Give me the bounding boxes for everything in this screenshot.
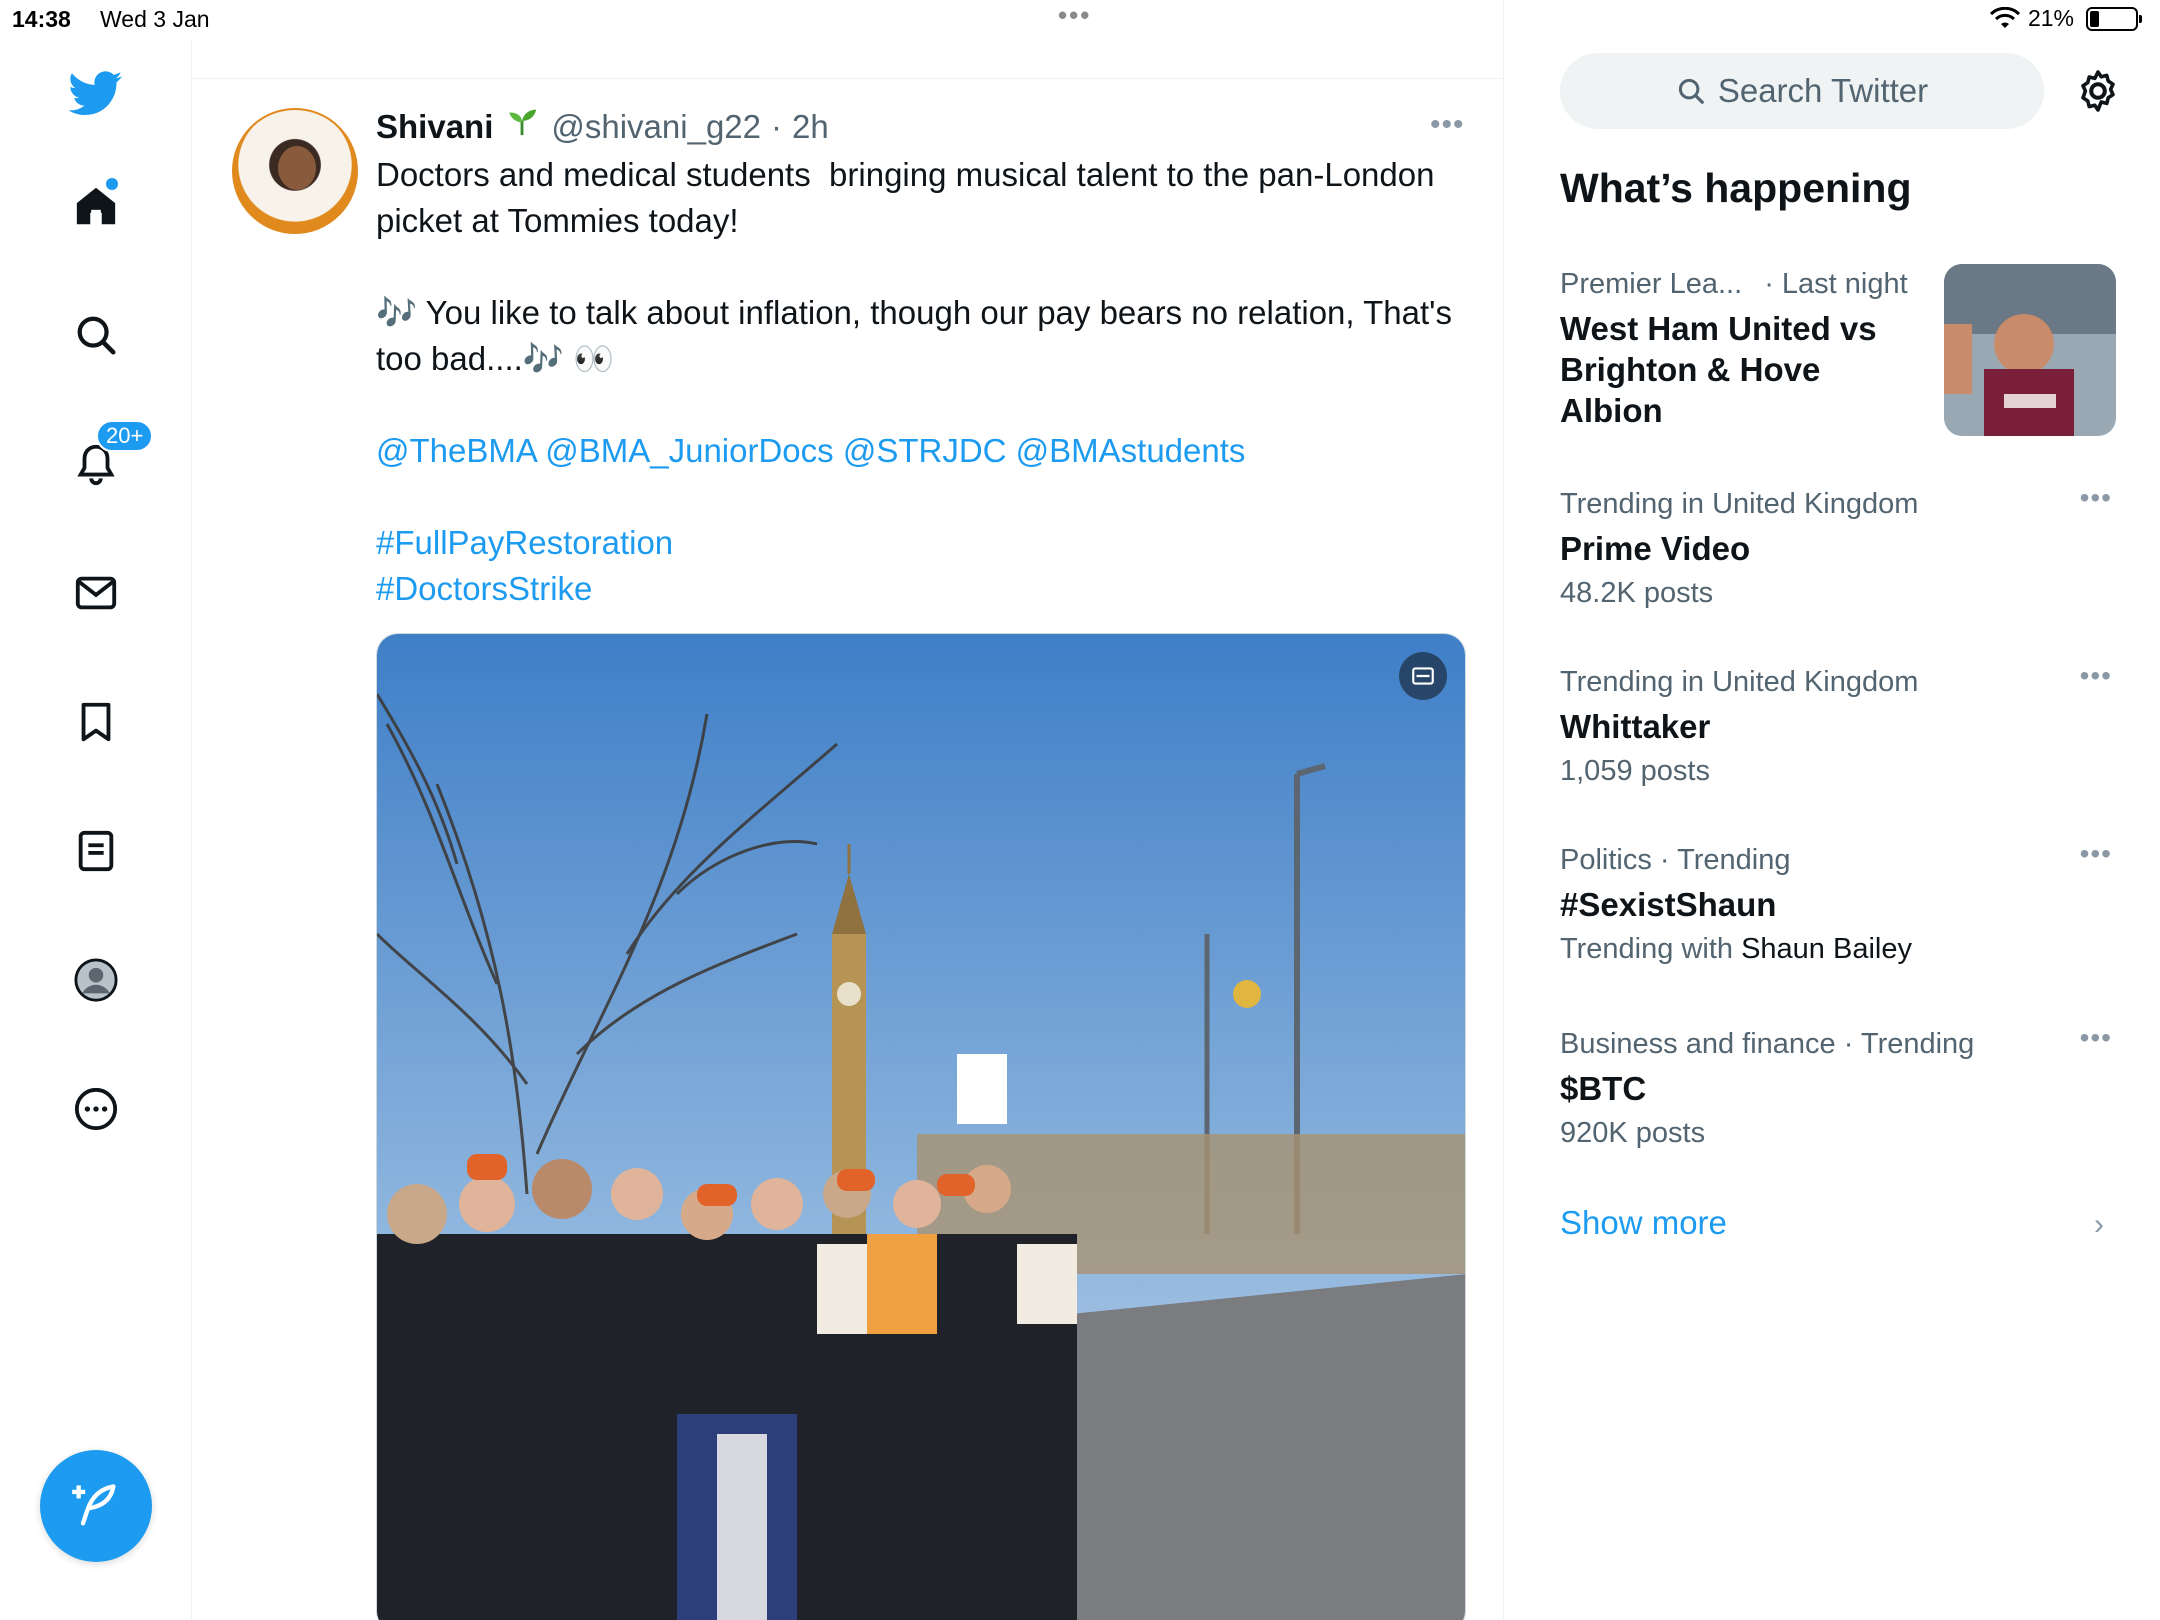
notifications-badge: 20+ xyxy=(96,420,154,452)
nav-home[interactable] xyxy=(60,170,132,242)
tweet-time[interactable]: 2h xyxy=(792,108,829,146)
nav-profile[interactable] xyxy=(60,944,132,1016)
compose-tweet-button[interactable] xyxy=(40,1450,152,1562)
tweet-text-line2: 🎶 You like to talk about inflation, thou… xyxy=(376,294,1462,377)
left-navigation: 20+ xyxy=(0,40,192,1620)
search-icon xyxy=(77,316,116,355)
tweet-more-icon[interactable]: ••• xyxy=(1430,108,1465,142)
tweet-text-line1: Doctors and medical students bringing mu… xyxy=(376,156,1444,239)
trend-title: Prime Video xyxy=(1560,530,1751,567)
search-icon xyxy=(1678,78,1704,104)
trend-category: Premier Lea... xyxy=(1560,268,1743,300)
trend-title: West Ham United vs Brighton & Hove Albio… xyxy=(1560,310,1877,429)
trend-time: · Last night xyxy=(1764,268,1908,300)
tweet-body: Doctors and medical students bringing mu… xyxy=(376,152,1466,612)
trend-category: Trending in United Kingdom xyxy=(1560,488,1919,520)
compose-feather-icon xyxy=(72,1484,116,1526)
trend-more-icon[interactable]: ••• xyxy=(2080,482,2112,514)
trend-item[interactable]: Business and finance · Trending $BTC 920… xyxy=(1560,1022,2120,1153)
trend-title: $BTC xyxy=(1560,1070,1647,1107)
tweet-mentions[interactable]: @TheBMA @BMA_JuniorDocs @STRJDC @BMAstud… xyxy=(376,428,1466,474)
tweet-divider xyxy=(192,78,1504,79)
trend-more-icon[interactable]: ••• xyxy=(2080,838,2112,870)
nav-explore[interactable] xyxy=(60,299,132,371)
home-new-dot xyxy=(106,178,118,190)
nav-bookmarks[interactable] xyxy=(60,686,132,758)
nav-lists[interactable] xyxy=(60,815,132,887)
trend-category: Business and finance · Trending xyxy=(1560,1028,1975,1060)
tweet-author-avatar[interactable] xyxy=(232,108,358,234)
nav-notifications[interactable]: 20+ xyxy=(60,420,154,500)
trend-item[interactable]: Trending in United Kingdom Prime Video 4… xyxy=(1560,482,2120,613)
search-input[interactable]: Search Twitter xyxy=(1560,53,2044,129)
trend-item[interactable]: Trending in United Kingdom Whittaker 1,0… xyxy=(1560,660,2120,791)
tweet-separator: · xyxy=(771,108,783,145)
nav-messages[interactable] xyxy=(60,557,132,629)
trend-title: #SexistShaun xyxy=(1560,886,1777,923)
trend-item[interactable]: Politics · Trending #SexistShaun Trendin… xyxy=(1560,838,2120,969)
trend-more-icon[interactable]: ••• xyxy=(2080,660,2112,692)
trend-context: Trending with Shaun Bailey xyxy=(1560,929,2120,969)
trend-post-count: 920K posts xyxy=(1560,1117,1706,1149)
whats-happening-heading: What’s happening xyxy=(1560,165,1912,211)
bookmark-icon xyxy=(81,702,111,742)
right-sidebar: Search Twitter What’s happening Premier … xyxy=(1504,0,2160,1620)
list-icon xyxy=(78,830,114,872)
profile-avatar-icon xyxy=(74,958,118,1002)
nav-more[interactable] xyxy=(60,1073,132,1145)
sprout-emoji-icon xyxy=(509,109,537,136)
trend-context-name: Shaun Bailey xyxy=(1741,933,1912,965)
tweet-video[interactable] xyxy=(376,633,1466,1620)
more-circle-icon xyxy=(74,1087,118,1131)
trend-category: Trending in United Kingdom xyxy=(1560,666,1919,698)
tweet-author-handle[interactable]: @shivani_g22 xyxy=(551,108,761,146)
trend-post-count: 48.2K posts xyxy=(1560,577,1714,609)
timeline: Shivani @shivani_g22 · 2h ••• Doctors an… xyxy=(192,0,1504,1620)
trend-title: Whittaker xyxy=(1560,708,1711,745)
tweet-header: Shivani @shivani_g22 · 2h xyxy=(376,104,829,146)
gear-icon[interactable] xyxy=(2074,67,2122,115)
show-more-link[interactable]: Show more xyxy=(1560,1204,1727,1242)
twitter-logo-icon[interactable] xyxy=(60,57,132,129)
envelope-icon xyxy=(75,576,117,610)
video-frame xyxy=(377,634,1465,1620)
trend-post-count: 1,059 posts xyxy=(1560,755,1710,787)
chevron-right-icon: › xyxy=(2094,1208,2104,1241)
search-placeholder: Search Twitter xyxy=(1717,72,1929,109)
hashtag-link[interactable]: #FullPayRestoration xyxy=(376,520,1466,566)
trend-thumbnail[interactable] xyxy=(1944,264,2116,436)
trend-more-icon[interactable]: ••• xyxy=(2080,1022,2112,1054)
hashtag-link[interactable]: #DoctorsStrike xyxy=(376,566,1466,612)
tweet-author-name[interactable]: Shivani xyxy=(376,108,493,146)
trend-category: Politics · Trending xyxy=(1560,844,1791,876)
status-time: 14:38 xyxy=(12,6,71,32)
trend-context-prefix: Trending with xyxy=(1560,933,1734,965)
media-settings-icon[interactable] xyxy=(1399,652,1447,700)
